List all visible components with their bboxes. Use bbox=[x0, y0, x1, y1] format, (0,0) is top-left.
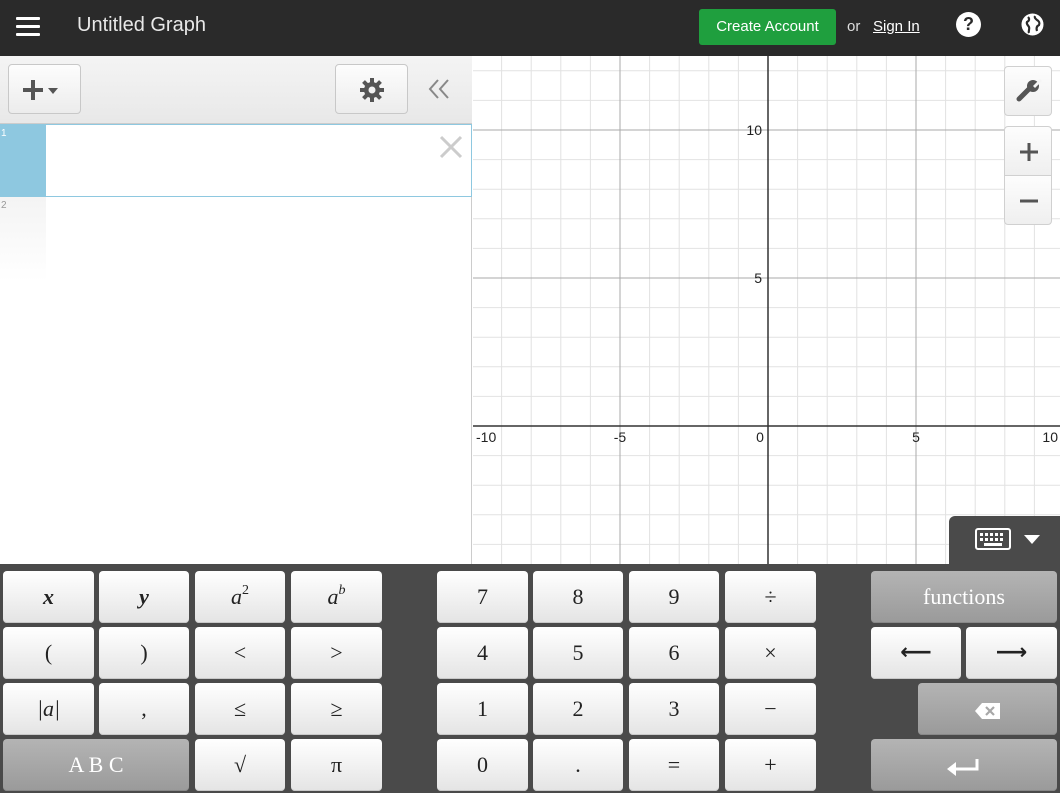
backspace-button[interactable] bbox=[918, 683, 1057, 735]
x-tick-label: 0 bbox=[756, 429, 764, 445]
graph-canvas[interactable]: -10 -5 0 5 10 10 5 bbox=[473, 56, 1060, 564]
key-greater-equal[interactable]: ≥ bbox=[291, 683, 382, 735]
key-less-equal[interactable]: ≤ bbox=[195, 683, 285, 735]
x-tick-label: 10 bbox=[1042, 429, 1058, 445]
expression-index: 2 bbox=[0, 197, 46, 282]
plus-dropdown-icon bbox=[23, 80, 58, 100]
key-0[interactable]: 0 bbox=[437, 739, 528, 791]
x-tick-label: 5 bbox=[912, 429, 920, 445]
key-square-root[interactable]: √ bbox=[195, 739, 285, 791]
add-item-button[interactable] bbox=[8, 64, 81, 114]
key-7[interactable]: 7 bbox=[437, 571, 528, 623]
expression-toolbar bbox=[0, 56, 472, 124]
keyboard-toggle-button[interactable] bbox=[949, 516, 1060, 564]
key-4[interactable]: 4 bbox=[437, 627, 528, 679]
minus-icon bbox=[1020, 199, 1038, 203]
alphabet-keypad-button[interactable]: A B C bbox=[3, 739, 189, 791]
key-2[interactable]: 2 bbox=[533, 683, 623, 735]
key-minus[interactable]: − bbox=[725, 683, 816, 735]
top-bar: Untitled Graph Create Account or Sign In… bbox=[0, 0, 1060, 56]
cursor-right-button[interactable]: ⟶ bbox=[966, 627, 1057, 679]
globe-icon[interactable] bbox=[1020, 12, 1045, 37]
expression-row[interactable]: 2 bbox=[0, 197, 472, 282]
settings-button[interactable] bbox=[335, 64, 408, 114]
graph-settings-button[interactable] bbox=[1004, 66, 1052, 116]
key-decimal[interactable]: . bbox=[533, 739, 623, 791]
menu-icon[interactable] bbox=[14, 13, 42, 41]
cursor-left-button[interactable]: ⟵ bbox=[871, 627, 961, 679]
key-9[interactable]: 9 bbox=[629, 571, 719, 623]
chevron-down-icon bbox=[1024, 535, 1040, 544]
key-1[interactable]: 1 bbox=[437, 683, 528, 735]
key-3[interactable]: 3 bbox=[629, 683, 719, 735]
expression-index: 1 bbox=[0, 125, 46, 196]
graph-paper[interactable]: -10 -5 0 5 10 10 5 bbox=[473, 56, 1060, 564]
key-x[interactable]: x bbox=[3, 571, 94, 623]
key-pi[interactable]: π bbox=[291, 739, 382, 791]
gear-icon bbox=[360, 78, 384, 102]
or-label: or bbox=[847, 18, 861, 35]
y-tick-label: 5 bbox=[754, 270, 762, 286]
backspace-icon bbox=[974, 702, 1000, 719]
x-tick-label: -10 bbox=[476, 429, 496, 445]
expression-input[interactable] bbox=[50, 135, 420, 185]
key-6[interactable]: 6 bbox=[629, 627, 719, 679]
keyboard-icon bbox=[975, 528, 1011, 550]
plus-icon bbox=[1020, 143, 1038, 161]
expression-panel: 1 2 bbox=[0, 56, 472, 564]
expression-row[interactable]: 1 bbox=[0, 124, 472, 197]
key-less-than[interactable]: < bbox=[195, 627, 285, 679]
key-plus[interactable]: + bbox=[725, 739, 816, 791]
enter-icon bbox=[947, 758, 979, 776]
key-divide[interactable]: ÷ bbox=[725, 571, 816, 623]
key-right-paren[interactable]: ) bbox=[99, 627, 189, 679]
create-account-button[interactable]: Create Account bbox=[699, 9, 836, 45]
key-y[interactable]: y bbox=[99, 571, 189, 623]
collapse-panel-icon[interactable] bbox=[424, 74, 454, 104]
key-5[interactable]: 5 bbox=[533, 627, 623, 679]
sign-in-link[interactable]: Sign In bbox=[873, 18, 920, 35]
close-icon[interactable] bbox=[437, 133, 465, 161]
key-left-paren[interactable]: ( bbox=[3, 627, 94, 679]
key-multiply[interactable]: × bbox=[725, 627, 816, 679]
key-equals[interactable]: = bbox=[629, 739, 719, 791]
key-8[interactable]: 8 bbox=[533, 571, 623, 623]
key-comma[interactable]: , bbox=[99, 683, 189, 735]
zoom-in-button[interactable] bbox=[1004, 126, 1052, 176]
y-tick-label: 10 bbox=[746, 122, 762, 138]
key-a-power-b[interactable]: ab bbox=[291, 571, 382, 623]
functions-button[interactable]: functions bbox=[871, 571, 1057, 623]
math-keypad: x y a2 ab 7 8 9 ÷ functions ( ) < > 4 5 … bbox=[0, 564, 1060, 793]
x-tick-label: -5 bbox=[614, 429, 627, 445]
zoom-out-button[interactable] bbox=[1004, 175, 1052, 225]
graph-title[interactable]: Untitled Graph bbox=[77, 14, 206, 37]
enter-button[interactable] bbox=[871, 739, 1057, 791]
help-icon[interactable]: ? bbox=[956, 12, 981, 37]
wrench-icon bbox=[1016, 79, 1042, 102]
key-absolute-value[interactable]: |a| bbox=[3, 683, 94, 735]
key-greater-than[interactable]: > bbox=[291, 627, 382, 679]
key-a-squared[interactable]: a2 bbox=[195, 571, 285, 623]
